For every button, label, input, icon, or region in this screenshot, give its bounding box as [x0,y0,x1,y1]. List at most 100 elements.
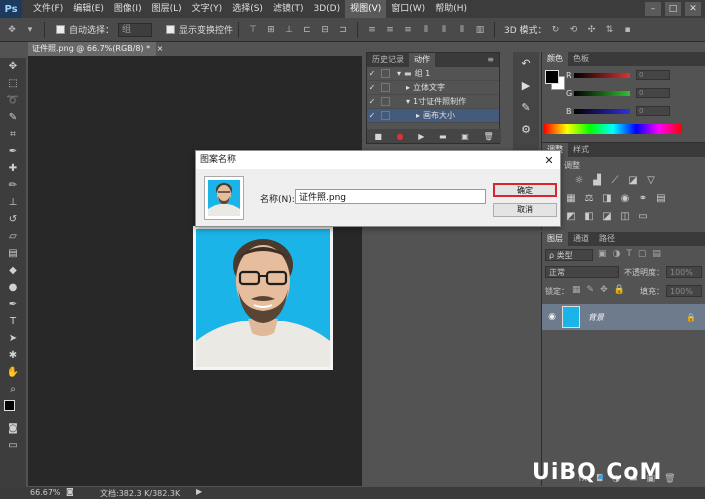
brightness-icon[interactable]: ☼ [572,173,586,187]
menu-image[interactable]: 图像(I) [109,0,147,18]
curves-icon[interactable]: ⟋ [608,173,622,187]
record-icon[interactable]: ● [397,132,404,141]
layer-name[interactable]: 背景 [588,312,686,323]
3d-slide-icon[interactable]: ⇅ [604,24,616,36]
clone-stamp-tool-icon[interactable]: ⊥ [0,194,26,211]
red-value-input[interactable]: 0 [636,70,670,80]
properties-icon[interactable]: ⚙ [513,118,539,140]
fill-input[interactable]: 100% [666,285,702,297]
filter-adjust-icon[interactable]: ◑ [613,249,621,259]
menu-layer[interactable]: 图层(L) [147,0,187,18]
tab-layers[interactable]: 图层 [542,232,568,246]
menu-select[interactable]: 选择(S) [227,0,268,18]
green-value-input[interactable]: 0 [636,88,670,98]
menu-view[interactable]: 视图(V) [345,0,387,18]
filter-smart-icon[interactable]: ▤ [652,249,661,259]
lasso-tool-icon[interactable]: ➰ [0,92,26,109]
tab-paths[interactable]: 路径 [594,232,620,246]
close-icon[interactable]: ✕ [542,153,556,167]
delete-layer-icon[interactable]: 🗑 [664,474,675,484]
3d-rotate-icon[interactable]: ↻ [550,24,562,36]
align-middle-icon[interactable]: ⊞ [265,24,277,36]
eyedropper-tool-icon[interactable]: ✒ [0,143,26,160]
action-row-canvas-size[interactable]: ✓ ▸ 画布大小 [367,109,499,123]
blend-mode-dropdown[interactable]: 正常 [545,266,619,278]
check-icon[interactable]: ✓ [367,111,377,120]
gradient-map-icon[interactable]: ▭ [636,209,650,223]
status-menu-arrow-icon[interactable]: ▶ [196,487,202,496]
auto-align-icon[interactable]: ▥ [474,24,486,36]
exposure-icon[interactable]: ◪ [626,173,640,187]
history-brush-tool-icon[interactable]: ↺ [0,211,26,228]
foreground-color-swatch[interactable] [545,70,559,84]
layer-row-background[interactable]: ◉ 背景 🔒 [542,304,705,330]
distribute-bottom-icon[interactable]: ≡ [402,24,414,36]
check-icon[interactable]: ✓ [367,69,377,78]
lock-all-icon[interactable]: 🔒 [614,285,625,295]
crop-tool-icon[interactable]: ⌗ [0,126,26,143]
action-row-group[interactable]: ✓ ▾ ▬ 组 1 [367,67,499,81]
dialog-toggle-box[interactable] [381,111,390,120]
threshold-icon[interactable]: ◪ [600,209,614,223]
healing-brush-tool-icon[interactable]: ✚ [0,160,26,177]
pattern-name-input[interactable] [295,189,486,204]
hue-saturation-icon[interactable]: ▦ [564,191,578,205]
color-swatches[interactable] [0,398,26,420]
vibrance-icon[interactable]: ▽ [644,173,658,187]
dialog-toggle-box[interactable] [381,97,390,106]
tool-presets-icon[interactable]: ✎ [513,96,539,118]
align-bottom-icon[interactable]: ⊥ [283,24,295,36]
green-slider[interactable] [574,90,630,96]
3d-roll-icon[interactable]: ⟲ [568,24,580,36]
color-balance-icon[interactable]: ⚖ [582,191,596,205]
actions-icon[interactable]: ▶ [513,74,539,96]
eraser-tool-icon[interactable]: ▱ [0,228,26,245]
menu-file[interactable]: 文件(F) [28,0,68,18]
history-icon[interactable]: ↶ [513,52,539,74]
move-tool-icon[interactable]: ✥ [0,58,26,75]
panel-menu-icon[interactable]: ≡ [482,53,499,67]
filter-type-icon[interactable]: T [626,249,632,259]
gradient-tool-icon[interactable]: ▤ [0,245,26,262]
menu-window[interactable]: 窗口(W) [386,0,430,18]
blur-tool-icon[interactable]: ◆ [0,262,26,279]
play-icon[interactable]: ▶ [418,132,424,141]
pen-tool-icon[interactable]: ✒ [0,296,26,313]
menu-edit[interactable]: 编辑(E) [68,0,109,18]
lock-position-icon[interactable]: ✥ [600,285,608,295]
invert-icon[interactable]: ◩ [564,209,578,223]
cancel-button[interactable]: 取消 [493,203,557,217]
blue-value-input[interactable]: 0 [636,106,670,116]
menu-3d[interactable]: 3D(D) [308,0,345,18]
hand-tool-icon[interactable]: ✋ [0,364,26,381]
tab-channels[interactable]: 通道 [568,232,594,246]
channel-mixer-icon[interactable]: ⚭ [636,191,650,205]
photo-filter-icon[interactable]: ◉ [618,191,632,205]
foreground-color-swatch[interactable] [4,400,15,411]
stop-icon[interactable]: ■ [374,132,382,141]
tab-styles[interactable]: 样式 [568,143,594,157]
expand-arrow-icon[interactable]: ▾ [406,97,410,106]
dialog-toggle-box[interactable] [381,83,390,92]
eye-icon[interactable]: ◉ [542,312,562,322]
3d-scale-icon[interactable]: ▪ [622,24,634,36]
quick-mask-icon[interactable]: ◙ [0,420,26,437]
lock-pixels-icon[interactable]: ✎ [587,285,595,295]
align-left-icon[interactable]: ⊏ [301,24,313,36]
expand-arrow-icon[interactable]: ▸ [406,83,410,92]
opacity-input[interactable]: 100% [666,266,702,278]
dodge-tool-icon[interactable]: ● [0,279,26,296]
maximize-button[interactable]: □ [665,2,681,16]
posterize-icon[interactable]: ◧ [582,209,596,223]
path-select-tool-icon[interactable]: ➤ [0,330,26,347]
menu-filter[interactable]: 滤镜(T) [268,0,309,18]
auto-select-dropdown[interactable]: 组 [118,22,153,37]
minimize-button[interactable]: – [645,2,661,16]
action-row-3d-text[interactable]: ✓ ▸ 立体文字 [367,81,499,95]
document-tab[interactable]: 证件照.png @ 66.7%(RGB/8) * × [28,42,163,56]
color-lookup-icon[interactable]: ▤ [654,191,668,205]
align-right-icon[interactable]: ⊐ [337,24,349,36]
distribute-right-icon[interactable]: ⦀ [456,24,468,36]
blue-slider[interactable] [574,108,630,114]
tab-history[interactable]: 历史记录 [367,53,409,67]
